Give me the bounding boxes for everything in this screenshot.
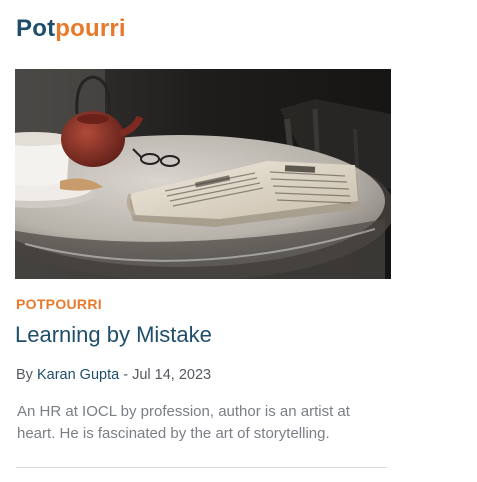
category-link[interactable]: POTPOURRI	[16, 296, 102, 312]
section-title-part2: pourri	[55, 15, 126, 42]
article-headline[interactable]: Learning by Mistake	[15, 320, 212, 350]
byline-prefix: By	[16, 367, 33, 383]
article-excerpt: An HR at IOCL by profession, author is a…	[17, 403, 350, 442]
article-image[interactable]	[15, 69, 391, 279]
page: Potpourri POTPOURRI Learning by Mistake …	[0, 0, 477, 482]
section-title: Potpourri	[16, 14, 126, 44]
divider	[16, 467, 387, 468]
publish-date: Jul 14, 2023	[132, 367, 212, 383]
date-separator: -	[123, 367, 129, 383]
article-image-graphic	[15, 69, 391, 279]
author-link[interactable]: Karan Gupta	[37, 367, 119, 383]
section-title-part1: Pot	[16, 15, 56, 42]
byline: By Karan Gupta - Jul 14, 2023	[16, 367, 211, 383]
